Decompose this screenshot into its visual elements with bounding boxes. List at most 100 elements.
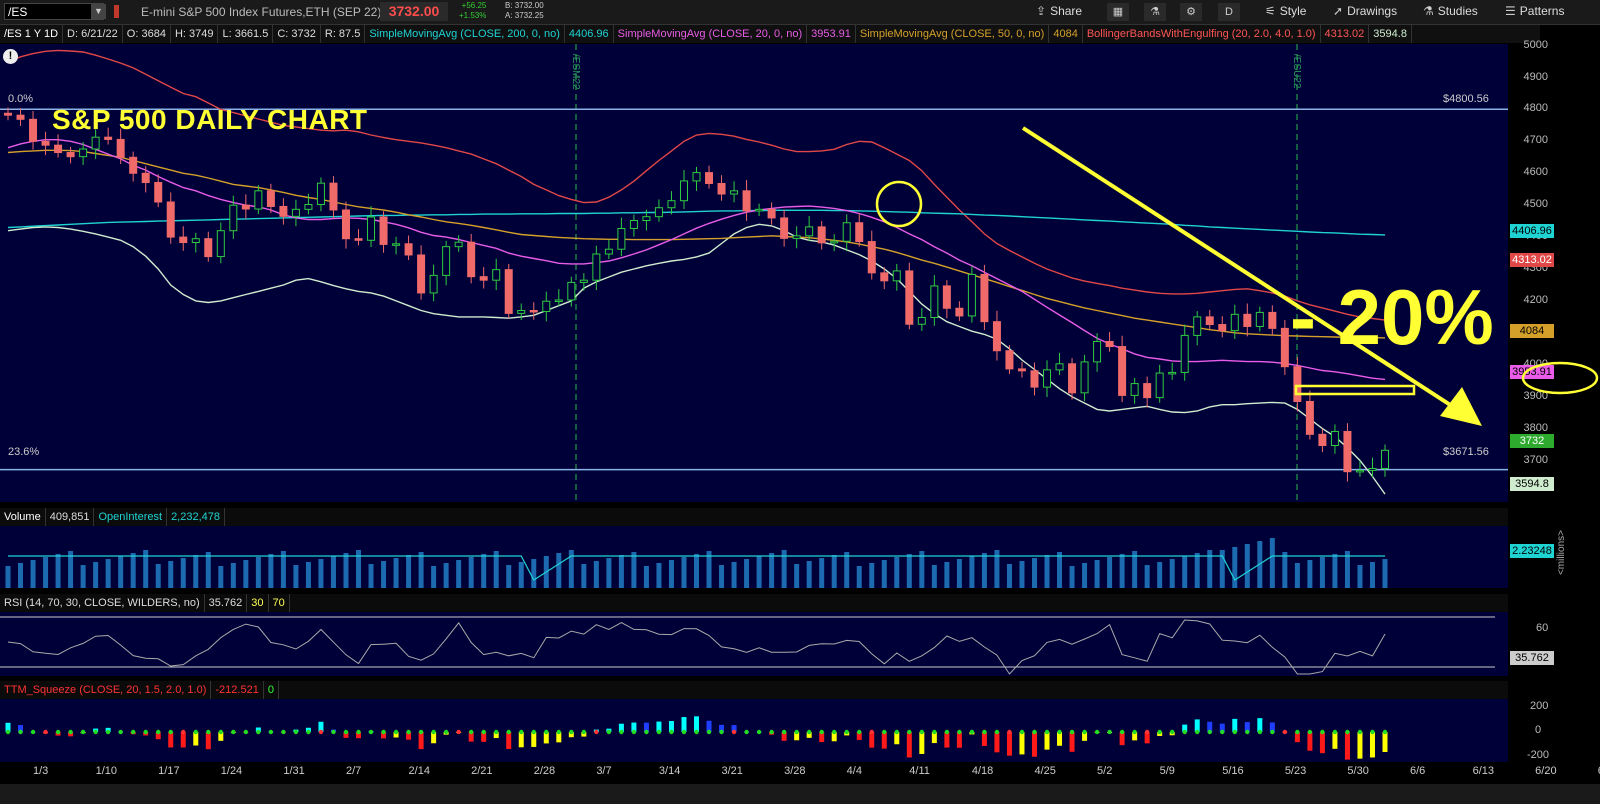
contract-roll-2: /ESU22	[1291, 54, 1302, 89]
sma50-label[interactable]: SimpleMovingAvg (CLOSE, 50, 0, no)	[856, 25, 1050, 43]
price-chart[interactable]: S&P 500 DAILY CHART - 20% 0.0% $4800.56 …	[0, 44, 1508, 502]
candle-body	[805, 226, 814, 237]
time-tick-label: 5/9	[1159, 765, 1175, 777]
rsi-overbought: 70	[269, 594, 290, 612]
volume-bar	[268, 554, 274, 588]
bid-ask-block: B: 3732.00 A: 3732.25	[505, 1, 544, 21]
candle-body	[1268, 311, 1277, 329]
ttm-squeeze-dot	[869, 729, 874, 735]
style-button[interactable]: ⚟ Style	[1265, 4, 1306, 18]
time-tick-label: 2/14	[408, 765, 430, 777]
volume-bar	[618, 555, 624, 588]
ttm-squeeze-dot	[1332, 729, 1338, 735]
candle-body	[417, 254, 426, 294]
volume-bar	[130, 553, 136, 588]
ttm-squeeze-dot	[1069, 729, 1075, 735]
volume-bar	[255, 557, 261, 588]
settings-button[interactable]: ⚙	[1180, 3, 1202, 21]
time-tick-label: 6/6	[1410, 765, 1426, 777]
oi-value: 2,232,478	[167, 508, 225, 526]
time-tick-label: 4/18	[971, 765, 994, 777]
share-button[interactable]: ⇪ Share	[1036, 4, 1082, 18]
volume-bar	[393, 558, 399, 588]
ttm-squeeze-dot	[994, 729, 1000, 735]
ttm-squeeze-dot	[406, 729, 411, 735]
candle-body	[179, 236, 188, 244]
symbol-dropdown-icon[interactable]: ▼	[91, 4, 106, 19]
candle-body	[316, 182, 325, 206]
ttm-label[interactable]: TTM_Squeeze (CLOSE, 20, 1.5, 2.0, 1.0)	[0, 681, 212, 699]
ttm-squeeze-dot	[619, 729, 624, 735]
time-tick-label: 1/3	[33, 765, 49, 777]
ttm-panel[interactable]	[0, 699, 1508, 762]
candle-body	[91, 136, 100, 150]
studies-button[interactable]: ⚗ Studies	[1423, 4, 1478, 18]
candle-body	[1330, 430, 1339, 447]
rsi-label[interactable]: RSI (14, 70, 30, CLOSE, WILDERS, no)	[0, 594, 205, 612]
volume-bar	[1382, 559, 1388, 588]
candle-body	[654, 207, 663, 218]
rsi-panel[interactable]	[0, 612, 1508, 676]
fib-low-label: 23.6%	[8, 446, 40, 458]
ttm-value: -212.521	[211, 681, 264, 699]
volume-panel[interactable]	[0, 526, 1508, 588]
candle-body	[1068, 363, 1077, 394]
ttm-histogram-bar	[869, 732, 875, 748]
volume-label[interactable]: Volume	[0, 508, 46, 526]
bb-label[interactable]: BollingerBandsWithEngulfing (20, 2.0, 4.…	[1083, 25, 1321, 43]
time-tick-label: 2/7	[345, 765, 362, 777]
candle-body	[767, 208, 776, 219]
drawings-button[interactable]: ➚ Drawings	[1333, 4, 1397, 18]
candle-body	[1193, 316, 1202, 336]
oi-label[interactable]: OpenInterest	[94, 508, 168, 526]
symbol-period[interactable]: /ES 1 Y 1D	[0, 25, 64, 43]
volume-bar	[969, 556, 975, 588]
price-tick-label: 4500	[1523, 198, 1548, 211]
ttm-squeeze-dot	[193, 729, 198, 735]
ttm-squeeze-dot	[318, 729, 324, 735]
flask-button[interactable]: ⚗	[1144, 3, 1166, 21]
ttm-squeeze-dot	[1082, 729, 1087, 735]
volume-bar	[731, 562, 737, 588]
bb-lower-line	[7, 223, 1386, 495]
candle-body	[755, 208, 764, 212]
sma20-label[interactable]: SimpleMovingAvg (CLOSE, 20, 0, no)	[614, 25, 808, 43]
chart-title: S&P 500 DAILY CHART	[52, 104, 368, 135]
grid-button[interactable]: ▦	[1107, 3, 1129, 21]
ttm-squeeze-dot	[443, 729, 449, 735]
volume-bar	[368, 564, 374, 588]
ttm-squeeze-dot	[631, 729, 637, 735]
candle-body	[917, 317, 926, 325]
ttm-histogram-bar	[919, 732, 925, 754]
time-axis[interactable]: 1/3 1/10 1/17 1/24 1/31 2/7 2/14 2/21 2/28 3/7 3/1…	[0, 762, 1600, 784]
volume-bar	[118, 556, 124, 588]
candle-body	[329, 182, 338, 211]
ttm-squeeze-dot	[306, 729, 311, 735]
sma20-value: 3953.91	[807, 25, 856, 43]
sma200-label[interactable]: SimpleMovingAvg (CLOSE, 200, 0, no)	[365, 25, 565, 43]
candle-body	[229, 204, 238, 232]
time-tick-label: 3/14	[658, 765, 681, 777]
candle-body	[1168, 371, 1177, 375]
volume-bar	[105, 559, 111, 588]
ttm-histogram-bar	[418, 732, 424, 750]
oi-price-tag: 2.23248	[1510, 544, 1554, 558]
ttm-squeeze-dot	[581, 729, 587, 735]
ttm-squeeze-dot	[43, 729, 48, 735]
volume-bar	[1082, 563, 1088, 588]
candle-body	[454, 241, 463, 248]
bar-low: L: 3661.5	[218, 25, 274, 43]
alert-flag-icon[interactable]	[114, 5, 119, 18]
volume-bar	[318, 559, 324, 588]
candle-body	[1255, 311, 1264, 327]
volume-bar	[431, 566, 437, 588]
ttm-squeeze-dot	[982, 729, 987, 735]
candle-body	[930, 285, 939, 319]
ttm-squeeze-dot	[1032, 729, 1037, 735]
share-icon: ⇪	[1036, 4, 1047, 18]
info-icon[interactable]: !	[3, 49, 18, 64]
ttm-squeeze-dot	[794, 729, 799, 735]
patterns-button[interactable]: ☰ Patterns	[1505, 4, 1564, 18]
symbol-input[interactable]: /ES	[4, 3, 104, 20]
period-button[interactable]: D	[1218, 3, 1240, 21]
